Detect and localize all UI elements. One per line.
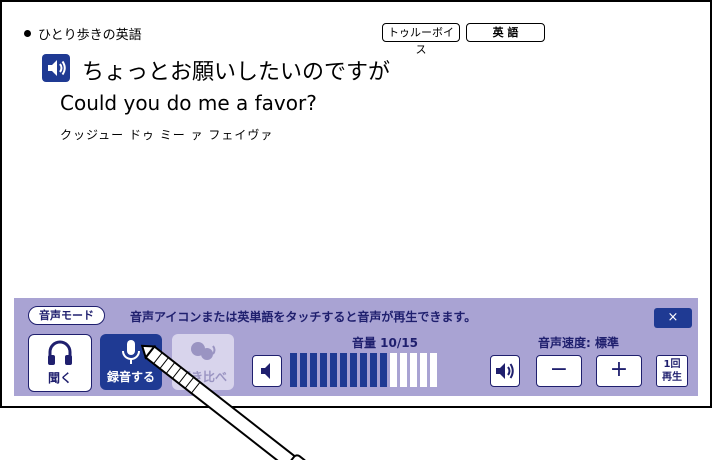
stylus-pen-icon [140,344,307,460]
